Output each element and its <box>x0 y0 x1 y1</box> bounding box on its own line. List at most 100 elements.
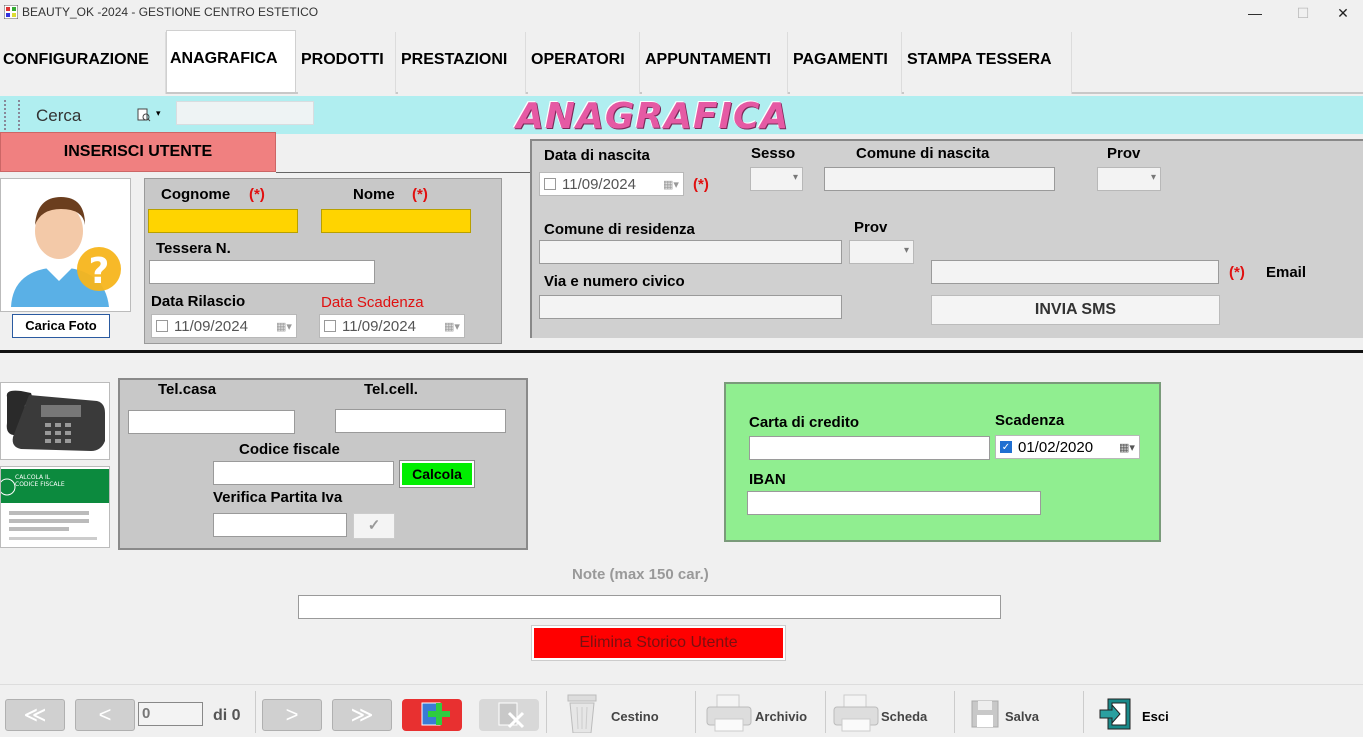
archive-printer-icon[interactable] <box>705 693 753 733</box>
trash-icon[interactable] <box>562 693 602 734</box>
send-sms-button[interactable]: INVIA SMS <box>931 295 1220 325</box>
separator <box>695 691 696 733</box>
archive-label[interactable]: Archivio <box>755 709 807 724</box>
page-title: ANAGRAFICA <box>516 96 790 137</box>
surname-required: (*) <box>249 186 265 203</box>
separator <box>1083 691 1084 733</box>
issue-date-checkbox[interactable] <box>156 320 168 332</box>
first-record-button[interactable]: ≪ <box>5 699 65 731</box>
expiry-date-picker[interactable]: 11/09/2024 ▦▾ <box>319 314 465 338</box>
vat-label: Verifica Partita Iva <box>213 489 343 506</box>
exit-label[interactable]: Esci <box>1142 709 1169 724</box>
toolbar-grip[interactable] <box>4 100 20 130</box>
sheet-printer-icon[interactable] <box>832 693 880 733</box>
card-expiry-picker[interactable]: ✓ 01/02/2020 ▦▾ <box>995 435 1140 459</box>
iban-label: IBAN <box>749 471 786 488</box>
save-disk-icon[interactable] <box>970 699 1000 729</box>
name-required: (*) <box>412 186 428 203</box>
email-input[interactable] <box>931 260 1219 284</box>
delete-record-button[interactable] <box>479 699 539 731</box>
tab-operatori[interactable]: OPERATORI <box>528 32 640 94</box>
vat-input[interactable] <box>213 513 347 537</box>
tax-code-input[interactable] <box>213 461 394 485</box>
title-bar: BEAUTY_OK -2024 - GESTIONE CENTRO ESTETI… <box>0 0 1363 26</box>
sex-label: Sesso <box>751 145 796 162</box>
card-expiry-checkbox[interactable]: ✓ <box>1000 441 1012 453</box>
chevron-down-icon: ▾ <box>792 172 798 183</box>
search-input[interactable] <box>176 101 314 125</box>
tab-prodotti[interactable]: PRODOTTI <box>298 32 396 94</box>
birthplace-input[interactable] <box>824 167 1055 191</box>
calendar-icon[interactable]: ▦▾ <box>1115 441 1139 454</box>
minimize-button[interactable]: — <box>1232 2 1278 24</box>
surname-label: Cognome <box>161 186 231 203</box>
residence-input[interactable] <box>539 240 842 264</box>
verify-vat-button[interactable]: ✓ <box>353 513 395 539</box>
record-navigator: ≪ < 0 di 0 > ≫ Cestino Archivio Scheda S… <box>0 684 1363 737</box>
tab-configurazione[interactable]: CONFIGURAZIONE <box>0 32 166 94</box>
card-expiry-label: Scadenza <box>995 412 1065 429</box>
iban-input[interactable] <box>747 491 1041 515</box>
email-required: (*) <box>1229 264 1245 281</box>
save-label[interactable]: Salva <box>1005 709 1039 724</box>
window-title: BEAUTY_OK -2024 - GESTIONE CENTRO ESTETI… <box>22 5 319 19</box>
record-position-input[interactable]: 0 <box>138 702 203 726</box>
expiry-date-checkbox[interactable] <box>324 320 336 332</box>
calcola-button[interactable]: Calcola <box>399 460 475 488</box>
issue-date-picker[interactable]: 11/09/2024 ▦▾ <box>151 314 297 338</box>
chevron-down-icon: ▾ <box>903 245 909 256</box>
record-count: di 0 <box>213 707 241 724</box>
dob-required: (*) <box>693 176 709 193</box>
sex-select[interactable]: ▾ <box>750 167 803 191</box>
credit-card-input[interactable] <box>749 436 990 460</box>
last-record-button[interactable]: ≫ <box>332 699 392 731</box>
home-phone-input[interactable] <box>128 410 295 434</box>
calendar-icon[interactable]: ▦▾ <box>272 320 296 333</box>
sheet-label[interactable]: Scheda <box>881 709 927 724</box>
chevron-down-icon[interactable]: ▾ <box>156 108 161 119</box>
add-record-button[interactable] <box>402 699 462 731</box>
expiry-date-value: 11/09/2024 <box>342 317 416 335</box>
tab-pagamenti[interactable]: PAGAMENTI <box>790 32 902 94</box>
tab-appuntamenti[interactable]: APPUNTAMENTI <box>642 32 788 94</box>
exit-icon[interactable] <box>1098 697 1132 731</box>
card-number-input[interactable] <box>149 260 375 284</box>
dob-picker[interactable]: 11/09/2024 ▦▾ <box>539 172 684 196</box>
birth-prov-label: Prov <box>1107 145 1141 162</box>
insert-user-button[interactable]: INSERISCI UTENTE <box>0 132 276 172</box>
avatar: ? <box>0 178 131 312</box>
delete-history-button[interactable]: Elimina Storico Utente <box>531 625 786 661</box>
issue-date-value: 11/09/2024 <box>174 317 248 335</box>
tab-stampa-tessera[interactable]: STAMPA TESSERA <box>904 32 1072 94</box>
surname-input[interactable] <box>148 209 298 233</box>
close-button[interactable]: ✕ <box>1320 2 1363 24</box>
search-icon[interactable] <box>137 108 151 122</box>
tab-prestazioni[interactable]: PRESTAZIONI <box>398 32 526 94</box>
birth-prov-select[interactable]: ▾ <box>1097 167 1161 191</box>
phone-image <box>0 382 110 460</box>
upload-photo-button[interactable]: Carica Foto <box>12 314 110 338</box>
mobile-phone-input[interactable] <box>335 409 506 433</box>
dob-checkbox[interactable] <box>544 178 556 190</box>
search-toolbar: Cerca ▾ ANAGRAFICA <box>0 96 1363 137</box>
name-label: Nome <box>353 186 395 203</box>
tab-anagrafica[interactable]: ANAGRAFICA <box>166 30 296 92</box>
trash-label[interactable]: Cestino <box>611 709 659 724</box>
separator <box>546 691 547 733</box>
calendar-icon[interactable]: ▦▾ <box>440 320 464 333</box>
notes-input[interactable] <box>298 595 1001 619</box>
card-expiry-value: 01/02/2020 <box>1018 438 1094 456</box>
user-avatar-icon: ? <box>11 197 121 307</box>
app-icon <box>3 4 19 20</box>
tax-code-card-image: CALCOLA IL CODICE FISCALE <box>0 466 110 548</box>
name-input[interactable] <box>321 209 471 233</box>
search-label: Cerca <box>36 106 82 125</box>
calendar-icon[interactable]: ▦▾ <box>659 178 683 191</box>
notes-label: Note (max 150 car.) <box>572 566 709 583</box>
residence-prov-select[interactable]: ▾ <box>849 240 914 264</box>
main-tabs: CONFIGURAZIONE ANAGRAFICA PRODOTTI PREST… <box>0 26 1363 94</box>
separator <box>276 172 530 173</box>
address-input[interactable] <box>539 295 842 319</box>
next-record-button[interactable]: > <box>262 699 322 731</box>
previous-record-button[interactable]: < <box>75 699 135 731</box>
